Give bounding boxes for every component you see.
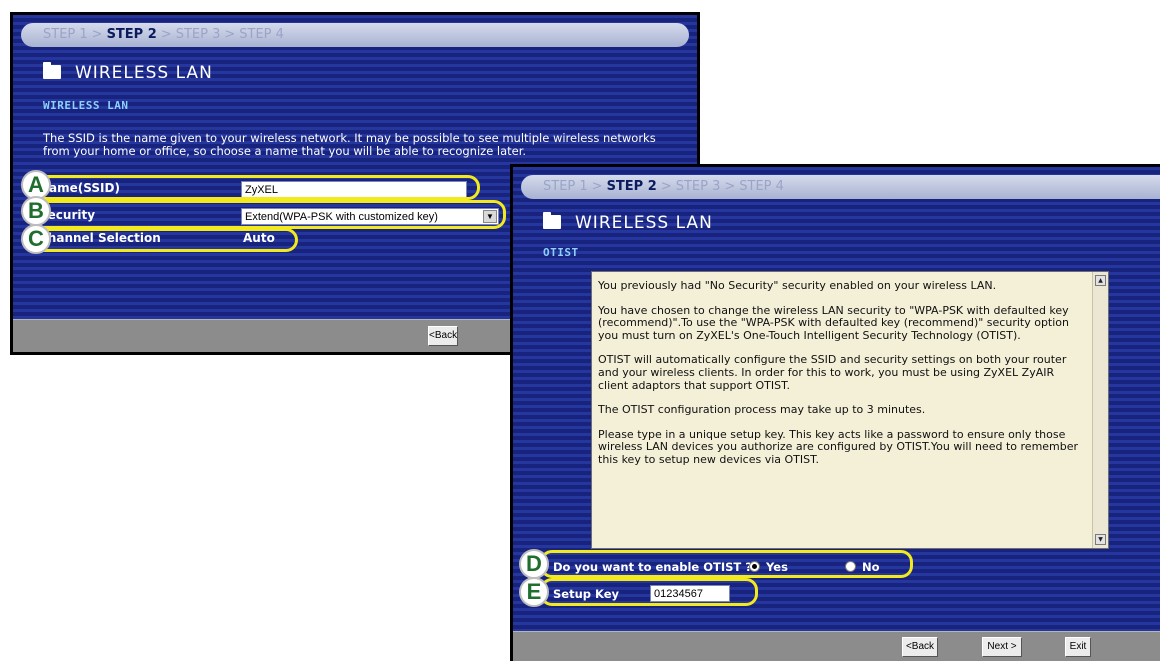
- step-4: STEP 4: [239, 27, 284, 42]
- folder-icon: [543, 212, 561, 229]
- info-paragraph: OTIST will automatically configure the S…: [598, 353, 1067, 392]
- step-1: STEP 1: [43, 27, 88, 42]
- callout-badge-d: D: [519, 549, 549, 579]
- ssid-label: Name(SSID): [39, 181, 120, 195]
- section-heading: OTIST: [543, 246, 579, 259]
- channel-value: Auto: [243, 231, 275, 245]
- step-3: STEP 3: [675, 179, 721, 194]
- section-heading: WIRELESS LAN: [43, 99, 129, 112]
- security-select-value: Extend(WPA-PSK with customized key): [245, 211, 438, 223]
- wizard-screen-otist: STEP 1 > STEP 2 > STEP 3 > STEP 4 WIRELESS LAN…: [510, 164, 1160, 661]
- callout-badge-c: C: [21, 224, 51, 254]
- scroll-down-icon[interactable]: ▼: [1095, 534, 1106, 545]
- step-progress-bar: STEP 1 > STEP 2 > STEP 3 > STEP 4: [521, 175, 1160, 199]
- callout-badge-b: B: [21, 196, 51, 226]
- next-button[interactable]: Next >: [982, 637, 1022, 657]
- callout-badge-e: E: [519, 577, 549, 607]
- step-1: STEP 1: [543, 179, 588, 194]
- otist-yes-radio[interactable]: [749, 561, 760, 572]
- info-paragraph: Please type in a unique setup key. This …: [598, 427, 1079, 466]
- info-paragraph: You previously had "No Security" securit…: [598, 279, 997, 292]
- step-4: STEP 4: [739, 179, 784, 194]
- step-3: STEP 3: [175, 27, 221, 42]
- back-button[interactable]: <Back: [902, 637, 938, 657]
- info-paragraph: You have chosen to change the wireless L…: [598, 303, 1070, 342]
- ssid-input[interactable]: ZyXEL: [241, 181, 467, 198]
- otist-info-textarea[interactable]: You previously had "No Security" securit…: [591, 271, 1109, 549]
- otist-no-label: No: [862, 560, 880, 574]
- setup-key-label: Setup Key: [553, 587, 620, 601]
- button-bar: <Back Next > Exit: [513, 631, 1160, 661]
- step-progress-bar: STEP 1 > STEP 2 > STEP 3 > STEP 4: [21, 23, 689, 47]
- security-select[interactable]: Extend(WPA-PSK with customized key) ▼: [241, 208, 499, 225]
- textarea-scrollbar[interactable]: ▲ ▼: [1092, 272, 1108, 548]
- step-2-current: STEP 2: [606, 179, 657, 194]
- otist-yes-label: Yes: [766, 560, 788, 574]
- setup-key-input[interactable]: 01234567: [650, 585, 730, 602]
- ssid-description: The SSID is the name given to your wirel…: [43, 131, 656, 158]
- page-title: WIRELESS LAN: [543, 212, 713, 233]
- step-2-current: STEP 2: [106, 27, 157, 42]
- folder-icon: [43, 62, 61, 79]
- info-paragraph: The OTIST configuration process may take…: [598, 403, 926, 417]
- otist-question: Do you want to enable OTIST ?: [553, 560, 752, 574]
- page-title-text: WIRELESS LAN: [75, 63, 213, 83]
- dropdown-arrow-icon[interactable]: ▼: [483, 210, 497, 223]
- otist-no-radio[interactable]: [845, 561, 856, 572]
- page-title: WIRELESS LAN: [43, 62, 213, 83]
- back-button[interactable]: <Back: [428, 326, 458, 346]
- page-title-text: WIRELESS LAN: [575, 213, 713, 233]
- exit-button[interactable]: Exit: [1065, 637, 1091, 657]
- scroll-up-icon[interactable]: ▲: [1095, 275, 1106, 286]
- channel-label: Channel Selection: [39, 231, 161, 245]
